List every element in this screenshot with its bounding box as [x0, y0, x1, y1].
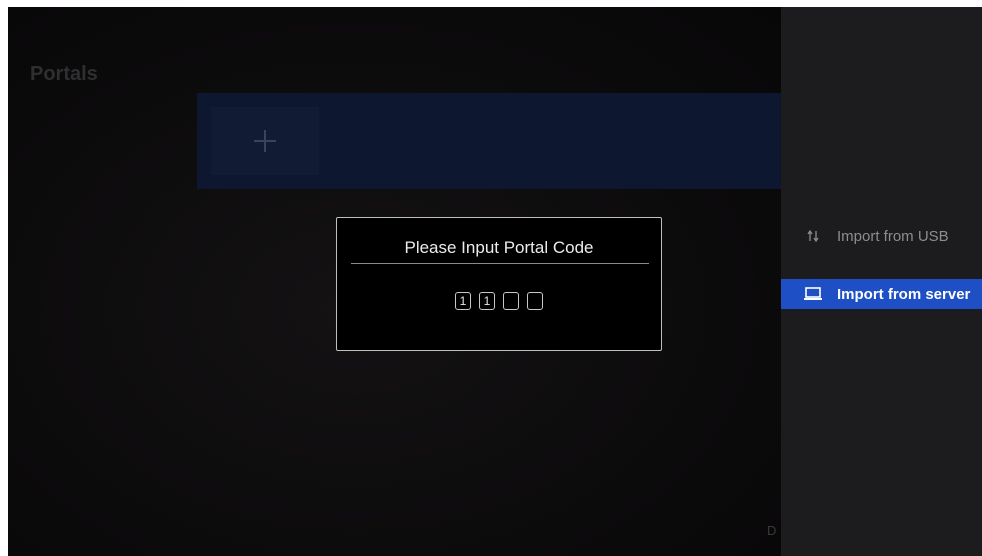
tv-screen: Portals Please Input Portal Code 1 1 D I… — [8, 7, 982, 556]
portal-code-dialog: Please Input Portal Code 1 1 — [336, 217, 662, 351]
dialog-title: Please Input Portal Code — [404, 238, 594, 257]
menu-item-import-server[interactable]: Import from server — [781, 279, 982, 309]
portals-title: Portals — [30, 63, 98, 85]
laptop-icon — [803, 286, 823, 302]
menu-item-import-usb[interactable]: Import from USB — [781, 221, 982, 251]
portals-main-area: Portals Please Input Portal Code 1 1 D — [8, 7, 781, 556]
code-digit-2[interactable]: 1 — [479, 292, 495, 310]
portal-code-input[interactable]: 1 1 — [337, 292, 661, 310]
code-digit-3[interactable] — [503, 292, 519, 310]
code-digit-4[interactable] — [527, 292, 543, 310]
dialog-divider — [351, 263, 649, 264]
transfer-arrows-icon — [803, 228, 823, 244]
plus-icon — [253, 129, 277, 153]
portal-list — [197, 93, 781, 189]
add-portal-button[interactable] — [211, 107, 319, 175]
import-side-menu: Import from USB Import from server — [781, 7, 982, 556]
obscured-text: D — [767, 523, 777, 538]
menu-item-label: Import from server — [837, 285, 971, 303]
menu-item-label: Import from USB — [837, 227, 949, 245]
code-digit-1[interactable]: 1 — [455, 292, 471, 310]
